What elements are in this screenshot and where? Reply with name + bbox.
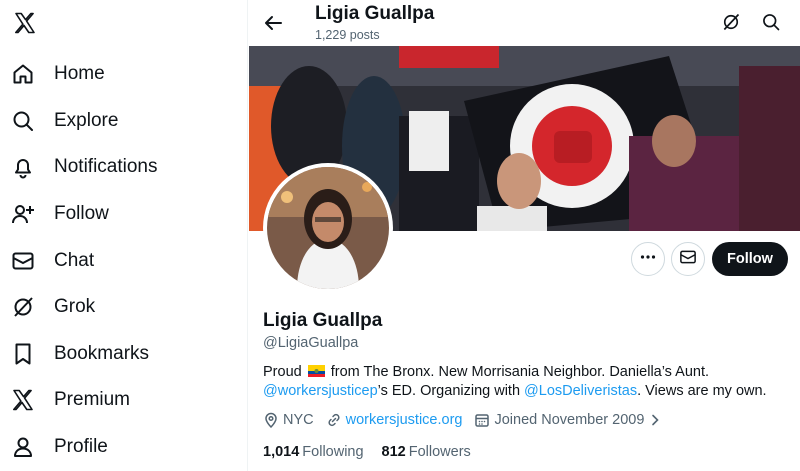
- bio-text: ’s ED. Organizing with: [377, 383, 521, 399]
- profile-name: Ligia Guallpa: [263, 310, 383, 331]
- nav-label: Profile: [54, 436, 108, 458]
- bio-text: from The Bronx. New Morrisania Neighbor.…: [330, 364, 710, 380]
- followers-link[interactable]: 812 Followers: [382, 444, 471, 460]
- ecuador-flag-icon: [307, 364, 325, 377]
- nav-item-follow[interactable]: Follow: [0, 191, 248, 238]
- header-name: Ligia Guallpa: [315, 3, 435, 24]
- search-icon[interactable]: [759, 10, 783, 34]
- nav-list: Home Explore Notifications Follow Chat G…: [0, 51, 248, 470]
- location-item: NYC: [263, 412, 314, 428]
- grok-icon[interactable]: [719, 10, 743, 34]
- nav-item-explore[interactable]: Explore: [0, 98, 248, 145]
- x-logo-icon: [11, 388, 35, 412]
- followers-label: Followers: [408, 444, 471, 460]
- search-icon: [11, 109, 35, 133]
- nav-item-home[interactable]: Home: [0, 51, 248, 98]
- followers-count: 812: [381, 444, 406, 460]
- person-icon: [11, 435, 35, 459]
- calendar-icon: [475, 414, 490, 427]
- joined-text: Joined November 2009: [494, 412, 645, 428]
- nav-item-chat[interactable]: Chat: [0, 237, 248, 284]
- link-icon: [328, 413, 340, 427]
- profile-meta: NYC workersjustice.org Joined November 2…: [263, 412, 678, 428]
- nav-item-profile[interactable]: Profile: [0, 424, 248, 471]
- bio-mention-link[interactable]: @workersjusticep: [263, 383, 378, 399]
- following-count: 1,014: [263, 444, 300, 460]
- avatar-image: [267, 167, 389, 289]
- profile-handle: @LigiaGuallpa: [263, 335, 359, 351]
- joined-item: Joined November 2009: [474, 412, 666, 428]
- left-nav: Home Explore Notifications Follow Chat G…: [0, 0, 248, 471]
- nav-label: Grok: [54, 296, 96, 318]
- follow-stats: 1,014 Following 812 Followers: [263, 444, 489, 460]
- grok-icon: [11, 295, 35, 319]
- profile-column: Ligia Guallpa 1,229 posts Follow Ligia G…: [249, 0, 800, 471]
- profile-header-bar: Ligia Guallpa 1,229 posts: [249, 0, 800, 46]
- header-post-count: 1,229 posts: [315, 28, 380, 42]
- nav-label: Bookmarks: [54, 342, 150, 364]
- bookmark-icon: [11, 342, 35, 366]
- avatar[interactable]: [263, 163, 393, 293]
- bio-mention-link[interactable]: @LosDeliveristas: [524, 383, 637, 399]
- x-logo-icon[interactable]: [10, 8, 40, 38]
- following-link[interactable]: 1,014 Following: [263, 444, 364, 460]
- home-icon: [11, 62, 35, 86]
- nav-item-premium[interactable]: Premium: [0, 377, 248, 424]
- website-item: workersjustice.org: [326, 412, 463, 428]
- bio-text: Proud: [263, 364, 302, 380]
- nav-label: Follow: [54, 203, 109, 225]
- location-text: NYC: [283, 412, 314, 428]
- location-pin-icon: [265, 412, 277, 428]
- nav-item-grok[interactable]: Grok: [0, 284, 248, 331]
- nav-label: Home: [54, 63, 105, 85]
- message-button[interactable]: [671, 242, 705, 276]
- mail-icon: [679, 248, 697, 271]
- following-label: Following: [302, 444, 364, 460]
- more-icon: [639, 248, 657, 271]
- nav-item-notifications[interactable]: Notifications: [0, 144, 248, 191]
- profile-bio: Proud from The Bronx. New Morrisania Nei…: [263, 363, 793, 401]
- bio-text: . Views are my own.: [637, 383, 767, 399]
- nav-label: Notifications: [54, 156, 158, 178]
- nav-label: Premium: [54, 389, 131, 411]
- bell-icon: [11, 155, 35, 179]
- back-arrow-icon[interactable]: [260, 10, 286, 36]
- website-link[interactable]: workersjustice.org: [346, 412, 463, 428]
- add-user-icon: [11, 202, 35, 226]
- chevron-right-icon: [652, 414, 660, 426]
- nav-label: Chat: [54, 249, 95, 271]
- mail-icon: [11, 249, 35, 273]
- more-options-button[interactable]: [631, 242, 665, 276]
- nav-label: Explore: [54, 109, 119, 131]
- follow-button[interactable]: Follow: [712, 242, 788, 276]
- nav-item-bookmarks[interactable]: Bookmarks: [0, 331, 248, 378]
